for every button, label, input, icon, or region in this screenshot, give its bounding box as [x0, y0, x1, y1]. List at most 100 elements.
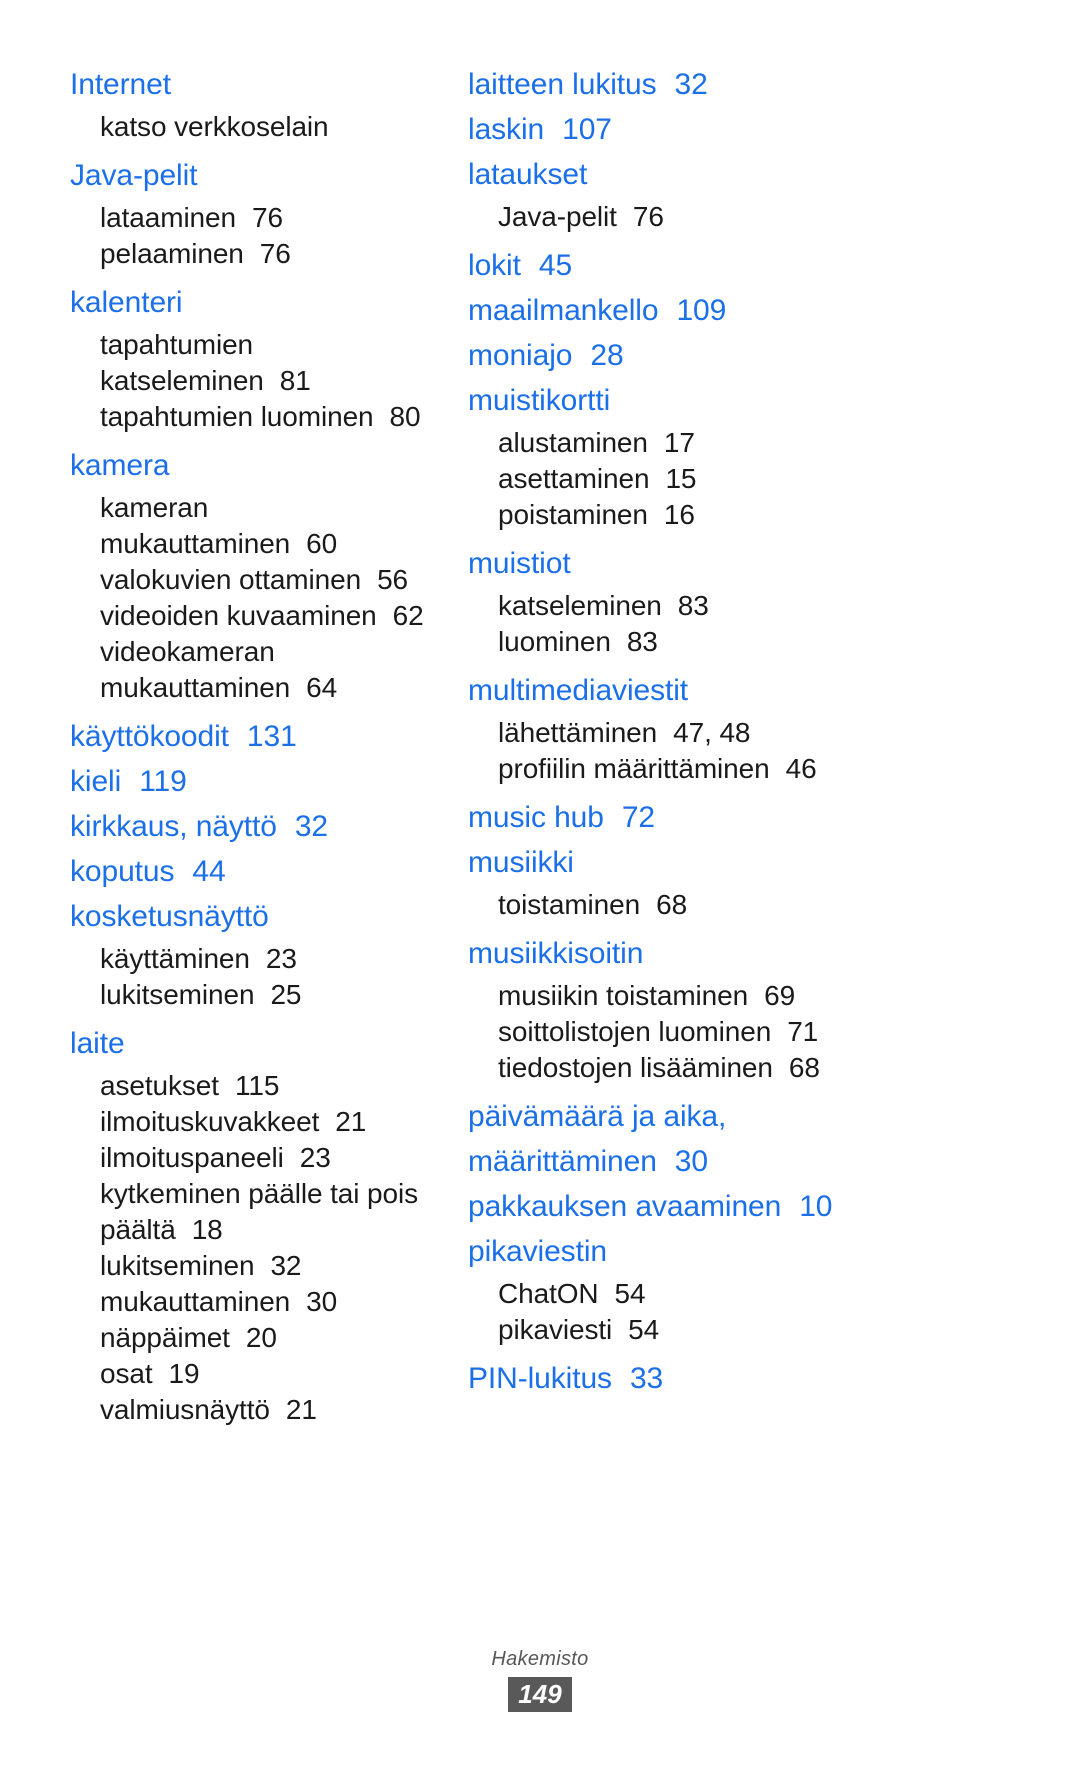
- index-page-ref: 32: [674, 68, 708, 101]
- index-page-ref: 30: [306, 1286, 338, 1317]
- index-subentry-left_column-25[interactable]: ilmoituskuvakkeet 21: [70, 1104, 436, 1140]
- index-entry-left_column-2[interactable]: Java-pelit: [70, 153, 436, 198]
- index-label: laite: [70, 1027, 125, 1060]
- index-page-ref: 32: [294, 810, 328, 843]
- index-subentry-right_column-29[interactable]: pikaviesti 54: [468, 1312, 990, 1348]
- index-label: katseleminen: [100, 365, 264, 396]
- index-label: multimediaviestit: [468, 674, 689, 707]
- index-subentry-left_column-6[interactable]: tapahtumien: [70, 327, 436, 363]
- index-subentry-right_column-23[interactable]: tiedostojen lisääminen 68: [468, 1050, 990, 1086]
- index-subentry-right_column-13[interactable]: luominen 83: [468, 624, 990, 660]
- index-subentry-right_column-10[interactable]: poistaminen 16: [468, 497, 990, 533]
- index-entry-left_column-23[interactable]: laite: [70, 1021, 436, 1066]
- index-page-ref: 21: [285, 1394, 317, 1425]
- index-subentry-left_column-3[interactable]: lataaminen 76: [70, 200, 436, 236]
- index-subentry-left_column-10[interactable]: kameran: [70, 490, 436, 526]
- index-subentry-left_column-4[interactable]: pelaaminen 76: [70, 236, 436, 272]
- index-subentry-right_column-8[interactable]: alustaminen 17: [468, 425, 990, 461]
- index-label: käyttäminen: [100, 943, 250, 974]
- index-subentry-right_column-12[interactable]: katseleminen 83: [468, 588, 990, 624]
- index-subentry-right_column-21[interactable]: musiikin toistaminen 69: [468, 978, 990, 1014]
- index-subentry-left_column-26[interactable]: ilmoituspaneeli 23: [70, 1140, 436, 1176]
- index-subentry-left_column-14[interactable]: videokameran: [70, 634, 436, 670]
- index-subentry-left_column-27[interactable]: kytkeminen päälle tai pois: [70, 1176, 436, 1212]
- index-label: kytkeminen päälle tai pois: [100, 1178, 419, 1209]
- index-entry-left_column-18[interactable]: kirkkaus, näyttö 32: [70, 804, 436, 849]
- index-entry-right_column-1[interactable]: laskin 107: [468, 107, 990, 152]
- index-entry-right_column-18[interactable]: musiikki: [468, 840, 990, 885]
- index-entry-right_column-30[interactable]: PIN-lukitus 33: [468, 1356, 990, 1401]
- index-subentry-left_column-33[interactable]: valmiusnäyttö 21: [70, 1392, 436, 1428]
- index-page-ref: 44: [192, 855, 226, 888]
- index-subentry-right_column-28[interactable]: ChatON 54: [468, 1276, 990, 1312]
- index-entry-right_column-11[interactable]: muistiot: [468, 541, 990, 586]
- index-label: poistaminen: [498, 499, 648, 530]
- index-subentry-left_column-30[interactable]: mukauttaminen 30: [70, 1284, 436, 1320]
- index-label: mukauttaminen: [100, 1286, 291, 1317]
- index-entry-right_column-7[interactable]: muistikortti: [468, 378, 990, 423]
- index-subentry-left_column-24[interactable]: asetukset 115: [70, 1068, 436, 1104]
- index-subentry-right_column-15[interactable]: lähettäminen 47, 48: [468, 715, 990, 751]
- index-subentry-right_column-3[interactable]: Java-pelit 76: [468, 199, 990, 235]
- index-subentry-left_column-29[interactable]: lukitseminen 32: [70, 1248, 436, 1284]
- index-entry-right_column-25[interactable]: määrittäminen 30: [468, 1139, 990, 1184]
- index-entry-left_column-17[interactable]: kieli 119: [70, 759, 436, 804]
- index-page-ref: 80: [389, 401, 421, 432]
- index-entry-right_column-6[interactable]: moniajo 28: [468, 333, 990, 378]
- index-subentry-left_column-28[interactable]: päältä 18: [70, 1212, 436, 1248]
- index-label: videokameran: [100, 636, 275, 667]
- index-label: lataukset: [468, 158, 588, 191]
- index-page-ref: 64: [306, 672, 338, 703]
- index-entry-right_column-26[interactable]: pakkauksen avaaminen 10: [468, 1184, 990, 1229]
- index-subentry-left_column-7[interactable]: katseleminen 81: [70, 363, 436, 399]
- index-subentry-left_column-21[interactable]: käyttäminen 23: [70, 941, 436, 977]
- index-page-ref: 72: [621, 801, 656, 834]
- index-entry-right_column-2[interactable]: lataukset: [468, 152, 990, 197]
- index-label: valmiusnäyttö: [100, 1394, 270, 1425]
- index-label: Java-pelit: [498, 201, 617, 232]
- index-subentry-left_column-22[interactable]: lukitseminen 25: [70, 977, 436, 1013]
- index-subentry-left_column-11[interactable]: mukauttaminen 60: [70, 526, 436, 562]
- index-entry-left_column-19[interactable]: koputus 44: [70, 849, 436, 894]
- index-label: lukitseminen: [100, 979, 255, 1010]
- index-entry-left_column-0[interactable]: Internet: [70, 62, 436, 107]
- index-label: pelaaminen: [100, 238, 244, 269]
- index-entry-right_column-20[interactable]: musiikkisoitin: [468, 931, 990, 976]
- index-page-ref: 71: [787, 1016, 819, 1047]
- index-subentry-right_column-9[interactable]: asettaminen 15: [468, 461, 990, 497]
- index-label: Java-pelit: [70, 159, 198, 192]
- index-entry-left_column-20[interactable]: kosketusnäyttö: [70, 894, 436, 939]
- index-subentry-right_column-16[interactable]: profiilin määrittäminen 46: [468, 751, 990, 787]
- index-page-ref: 56: [377, 564, 409, 595]
- index-subentry-left_column-1[interactable]: katso verkkoselain: [70, 109, 436, 145]
- index-label: luominen: [498, 626, 611, 657]
- index-column-left: Internet katso verkkoselain Java-pelit lata…: [0, 62, 440, 1428]
- index-entry-right_column-0[interactable]: laitteen lukitus 32: [468, 62, 990, 107]
- index-page-ref: 33: [629, 1362, 664, 1395]
- index-entry-right_column-17[interactable]: music hub 72: [468, 795, 990, 840]
- index-subentry-left_column-8[interactable]: tapahtumien luominen 80: [70, 399, 436, 435]
- index-subentry-left_column-12[interactable]: valokuvien ottaminen 56: [70, 562, 436, 598]
- index-entry-right_column-24[interactable]: päivämäärä ja aika,: [468, 1094, 990, 1139]
- index-label: kieli: [70, 765, 122, 798]
- index-entry-left_column-16[interactable]: käyttökoodit 131: [70, 714, 436, 759]
- index-entry-right_column-4[interactable]: lokit 45: [468, 243, 990, 288]
- index-label: PIN-lukitus: [468, 1362, 612, 1395]
- index-subentry-left_column-13[interactable]: videoiden kuvaaminen 62: [70, 598, 436, 634]
- index-entry-right_column-27[interactable]: pikaviestin: [468, 1229, 990, 1274]
- index-label: kosketusnäyttö: [70, 900, 269, 933]
- index-label: Internet: [70, 68, 171, 101]
- index-subentry-right_column-22[interactable]: soittolistojen luominen 71: [468, 1014, 990, 1050]
- index-subentry-left_column-31[interactable]: näppäimet 20: [70, 1320, 436, 1356]
- page-number-badge: 149: [508, 1677, 572, 1712]
- index-subentry-left_column-32[interactable]: osat 19: [70, 1356, 436, 1392]
- index-entry-right_column-5[interactable]: maailmankello 109: [468, 288, 990, 333]
- index-page-ref: 68: [788, 1052, 820, 1083]
- index-subentry-right_column-19[interactable]: toistaminen 68: [468, 887, 990, 923]
- index-entry-left_column-5[interactable]: kalenteri: [70, 280, 436, 325]
- index-entry-left_column-9[interactable]: kamera: [70, 443, 436, 488]
- index-label: music hub: [468, 801, 604, 834]
- index-subentry-left_column-15[interactable]: mukauttaminen 64: [70, 670, 436, 706]
- index-page-ref: 83: [626, 626, 658, 657]
- index-entry-right_column-14[interactable]: multimediaviestit: [468, 668, 990, 713]
